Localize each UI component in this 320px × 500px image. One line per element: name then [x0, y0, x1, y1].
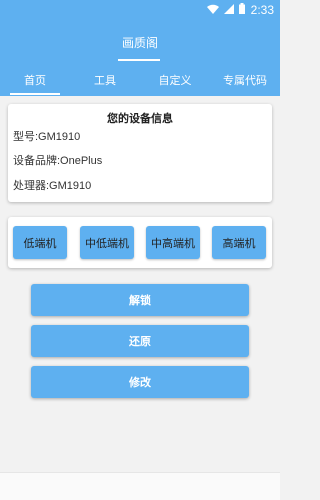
- tab-home[interactable]: 首页: [0, 64, 70, 96]
- device-info-title: 您的设备信息: [107, 112, 173, 125]
- app-title: 画质阁: [121, 35, 158, 50]
- status-icons: [206, 3, 245, 17]
- status-time: 2:33: [250, 3, 274, 17]
- mid-low-end-button[interactable]: 中低端机: [80, 226, 134, 259]
- signal-icon: [223, 3, 234, 17]
- tab-bar: 首页 工具 自定义 专属代码: [0, 64, 280, 96]
- tab-exclusive-code[interactable]: 专属代码: [210, 64, 280, 96]
- app-title-underline: [118, 59, 160, 61]
- mid-high-end-button[interactable]: 中高端机: [146, 226, 200, 259]
- wifi-icon: [206, 4, 219, 17]
- device-processor: 处理器:GM1910: [13, 180, 92, 192]
- device-level-card: 低端机 中低端机 中高端机 高端机: [8, 217, 272, 268]
- low-end-button[interactable]: 低端机: [13, 226, 67, 259]
- device-info-card: 您的设备信息 型号:GM1910 设备品牌:OnePlus 处理器:GM1910: [8, 104, 272, 202]
- device-model: 型号:GM1910: [13, 131, 81, 143]
- status-bar: 2:33: [0, 0, 280, 20]
- tab-tools[interactable]: 工具: [70, 64, 140, 96]
- device-brand: 设备品牌:OnePlus: [13, 155, 103, 167]
- restore-button[interactable]: 还原: [31, 325, 249, 357]
- system-nav-bar: [0, 472, 280, 500]
- modify-button[interactable]: 修改: [31, 366, 249, 398]
- high-end-button[interactable]: 高端机: [212, 226, 266, 259]
- tab-custom[interactable]: 自定义: [140, 64, 210, 96]
- unlock-button[interactable]: 解锁: [31, 284, 249, 316]
- battery-icon: [238, 3, 245, 17]
- app-bar: 画质阁: [0, 20, 280, 64]
